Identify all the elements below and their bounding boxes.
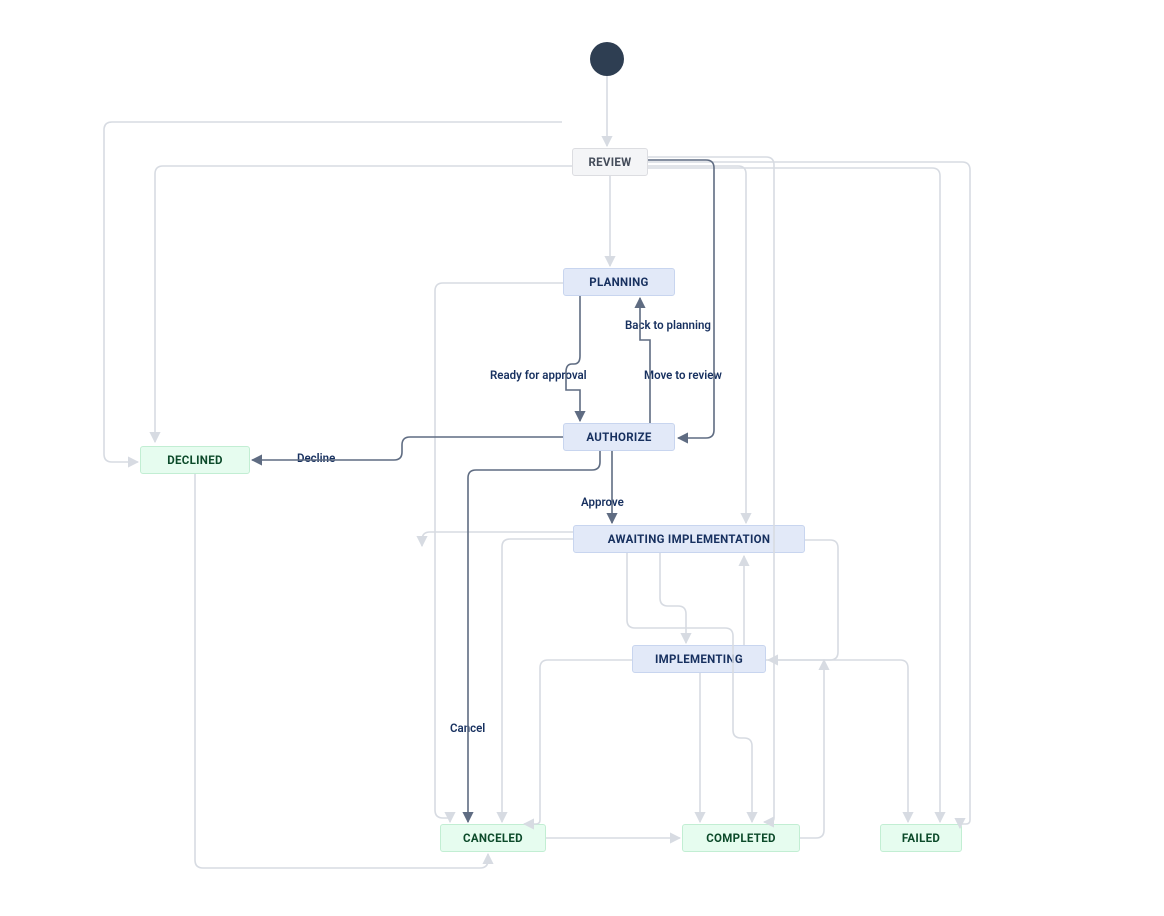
label-ready-for-approval: Ready for approval (490, 368, 587, 382)
label-back-to-planning: Back to planning (625, 318, 711, 332)
node-declined: DECLINED (140, 446, 250, 474)
node-canceled: CANCELED (440, 824, 546, 852)
node-failed: FAILED (880, 824, 962, 852)
node-review: REVIEW (572, 148, 648, 176)
node-implementing: IMPLEMENTING (632, 645, 766, 673)
node-authorize: AUTHORIZE (563, 423, 675, 451)
label-decline: Decline (297, 451, 335, 465)
label-cancel: Cancel (450, 721, 485, 735)
label-approve: Approve (581, 495, 624, 509)
node-completed: COMPLETED (682, 824, 800, 852)
start-node (590, 42, 624, 76)
label-move-to-review: Move to review (644, 368, 722, 382)
node-planning: PLANNING (563, 268, 675, 296)
workflow-diagram: REVIEW PLANNING AUTHORIZE AWAITING IMPLE… (0, 0, 1164, 916)
node-awaiting: AWAITING IMPLEMENTATION (573, 525, 805, 553)
